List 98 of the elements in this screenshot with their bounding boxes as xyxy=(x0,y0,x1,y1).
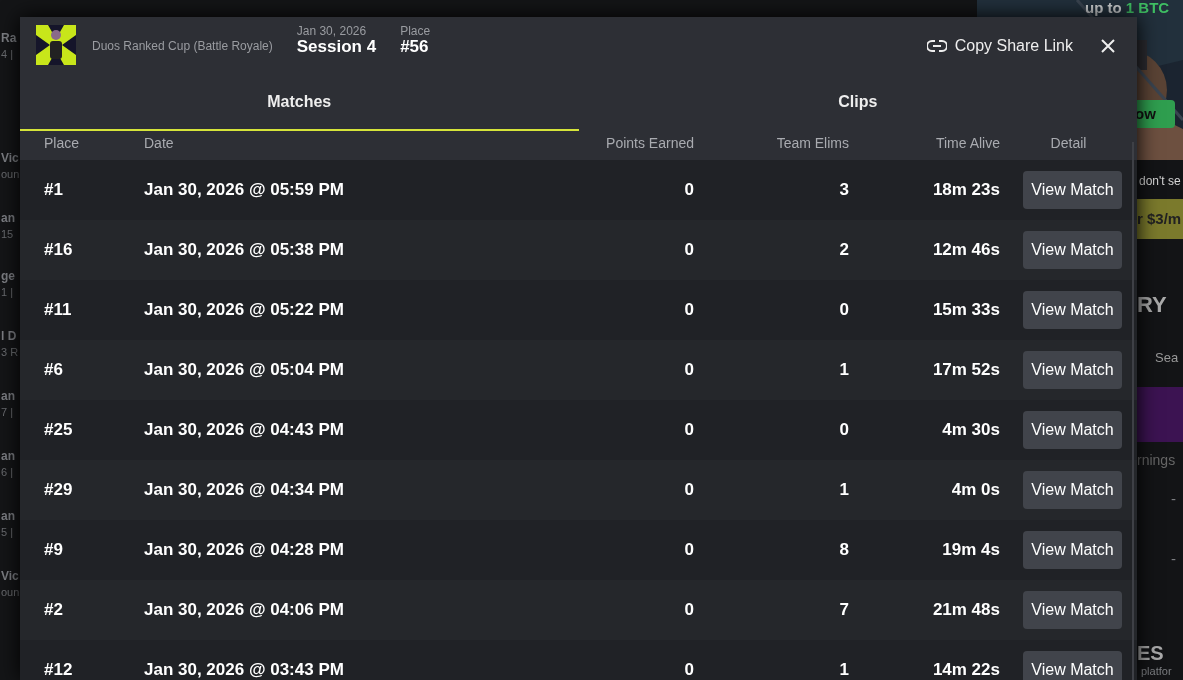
session-date: Jan 30, 2026 xyxy=(296,25,368,39)
row-title: Vic xyxy=(1,569,19,583)
table-cell: Jan 30, 2026 @ 04:34 PM xyxy=(144,480,344,500)
table-cell: #6 xyxy=(44,360,63,380)
column-header: rnings xyxy=(1137,451,1176,470)
link-icon xyxy=(926,40,947,52)
table-cell: Jan 30, 2026 @ 05:04 PM xyxy=(144,360,344,380)
table-cell: Jan 30, 2026 @ 04:06 PM xyxy=(144,600,344,620)
table-cell: #25 xyxy=(44,420,73,440)
table-cell: 4m 30s xyxy=(942,420,1000,440)
column-header: Points Earned xyxy=(606,135,694,151)
section-title: RY xyxy=(1137,291,1167,319)
row-subtitle: 7 | xyxy=(1,405,15,420)
table-cell: Jan 30, 2026 @ 04:43 PM xyxy=(144,420,344,440)
table-cell: #29 xyxy=(44,480,73,500)
close-icon[interactable] xyxy=(1101,39,1115,53)
table-cell: 15m 33s xyxy=(932,300,1000,320)
table-cell: 1 xyxy=(839,360,849,380)
place-value: #56 xyxy=(400,38,430,57)
table-cell: Jan 30, 2026 @ 04:28 PM xyxy=(144,540,344,560)
table-cell: #1 xyxy=(44,180,63,200)
row-subtitle: 6 | xyxy=(1,465,15,480)
table-cell: #9 xyxy=(44,540,63,560)
table-cell: #11 xyxy=(44,300,72,320)
row-title: Ra xyxy=(1,31,17,45)
section-title: ES xyxy=(1137,643,1164,663)
column-header: Date xyxy=(144,135,174,151)
table-cell: 19m 4s xyxy=(942,540,1000,560)
row-title: an xyxy=(1,509,15,523)
column-header: Place xyxy=(44,135,80,151)
table-cell: 0 xyxy=(684,540,694,560)
view-match-button[interactable]: View Match xyxy=(1023,591,1122,629)
table-cell: 8 xyxy=(839,540,849,560)
table-cell: Jan 30, 2026 @ 05:22 PM xyxy=(144,300,344,320)
column-header: Team Elims xyxy=(776,135,849,151)
table-cell: 0 xyxy=(684,660,694,680)
banner xyxy=(1137,387,1183,442)
table-cell: 1 xyxy=(839,660,849,680)
view-match-button[interactable]: View Match xyxy=(1023,291,1122,329)
row-title: an xyxy=(1,389,15,403)
table-cell: 4m 0s xyxy=(951,480,1000,500)
table-cell: 0 xyxy=(684,180,694,200)
table-cell: 21m 48s xyxy=(932,600,1000,620)
table-cell-text: - xyxy=(1171,549,1176,569)
row-subtitle: 4 | xyxy=(1,47,15,62)
view-match-button[interactable]: View Match xyxy=(1023,651,1122,680)
view-match-button[interactable]: View Match xyxy=(1023,411,1122,449)
table-cell: Jan 30, 2026 @ 05:38 PM xyxy=(144,240,344,260)
avatar-icon xyxy=(36,25,76,65)
row-subtitle: 15 xyxy=(1,227,15,242)
table-cell: Jan 30, 2026 @ 05:59 PM xyxy=(144,180,344,200)
ad-headline: up to 1 BTC xyxy=(1085,0,1170,16)
table-cell-text: - xyxy=(1171,489,1176,509)
row-subtitle: 5 | xyxy=(1,525,15,540)
table-cell: 0 xyxy=(684,300,694,320)
row-title: an xyxy=(1,211,15,225)
table-cell: #16 xyxy=(44,240,73,260)
table-cell: 2 xyxy=(839,240,849,260)
table-cell: 14m 22s xyxy=(932,660,1000,680)
table-cell: 3 xyxy=(839,180,849,200)
table-cell: Jan 30, 2026 @ 03:43 PM xyxy=(144,660,344,680)
notice-text: don't se xyxy=(1139,173,1181,190)
table-cell: 0 xyxy=(839,420,849,440)
table-cell: 0 xyxy=(684,420,694,440)
session-title: Session 4 xyxy=(296,38,377,57)
table-cell: 17m 52s xyxy=(932,360,1000,380)
row-title: an xyxy=(1,449,15,463)
row-title: Vic xyxy=(1,151,19,165)
copy-share-link-button[interactable]: Copy Share Link xyxy=(926,34,1073,58)
tab-label[interactable]: Sea xyxy=(1155,348,1179,368)
place-label: Place xyxy=(400,25,431,39)
event-name: Duos Ranked Cup (Battle Royale) xyxy=(92,38,273,55)
column-header: Time Alive xyxy=(935,135,1000,151)
row-title: ge xyxy=(1,269,15,283)
table-cell: #2 xyxy=(44,600,63,620)
row-title: l D xyxy=(1,329,17,343)
table-cell: 0 xyxy=(839,300,849,320)
view-match-button[interactable]: View Match xyxy=(1023,351,1122,389)
table-cell: 0 xyxy=(684,480,694,500)
row-subtitle: oun xyxy=(1,167,20,182)
view-match-button[interactable]: View Match xyxy=(1023,531,1122,569)
table-cell: 0 xyxy=(684,600,694,620)
row-subtitle: oun xyxy=(1,585,20,600)
table-cell: 12m 46s xyxy=(932,240,1000,260)
tab[interactable]: Clips xyxy=(578,75,1137,131)
view-match-button[interactable]: View Match xyxy=(1023,471,1122,509)
table-cell: 1 xyxy=(839,480,849,500)
table-cell: #12 xyxy=(44,660,73,680)
row-subtitle: 3 R xyxy=(1,345,19,360)
column-header: Detail xyxy=(1050,135,1087,151)
subtitle-text: platfor xyxy=(1141,665,1172,678)
row-subtitle: 1 | xyxy=(1,285,15,300)
view-match-button[interactable]: View Match xyxy=(1023,171,1122,209)
view-match-button[interactable]: View Match xyxy=(1023,231,1122,269)
table-cell: 0 xyxy=(684,240,694,260)
table-cell: 7 xyxy=(839,600,849,620)
table-cell: 0 xyxy=(684,360,694,380)
table-cell: 18m 23s xyxy=(932,180,1000,200)
